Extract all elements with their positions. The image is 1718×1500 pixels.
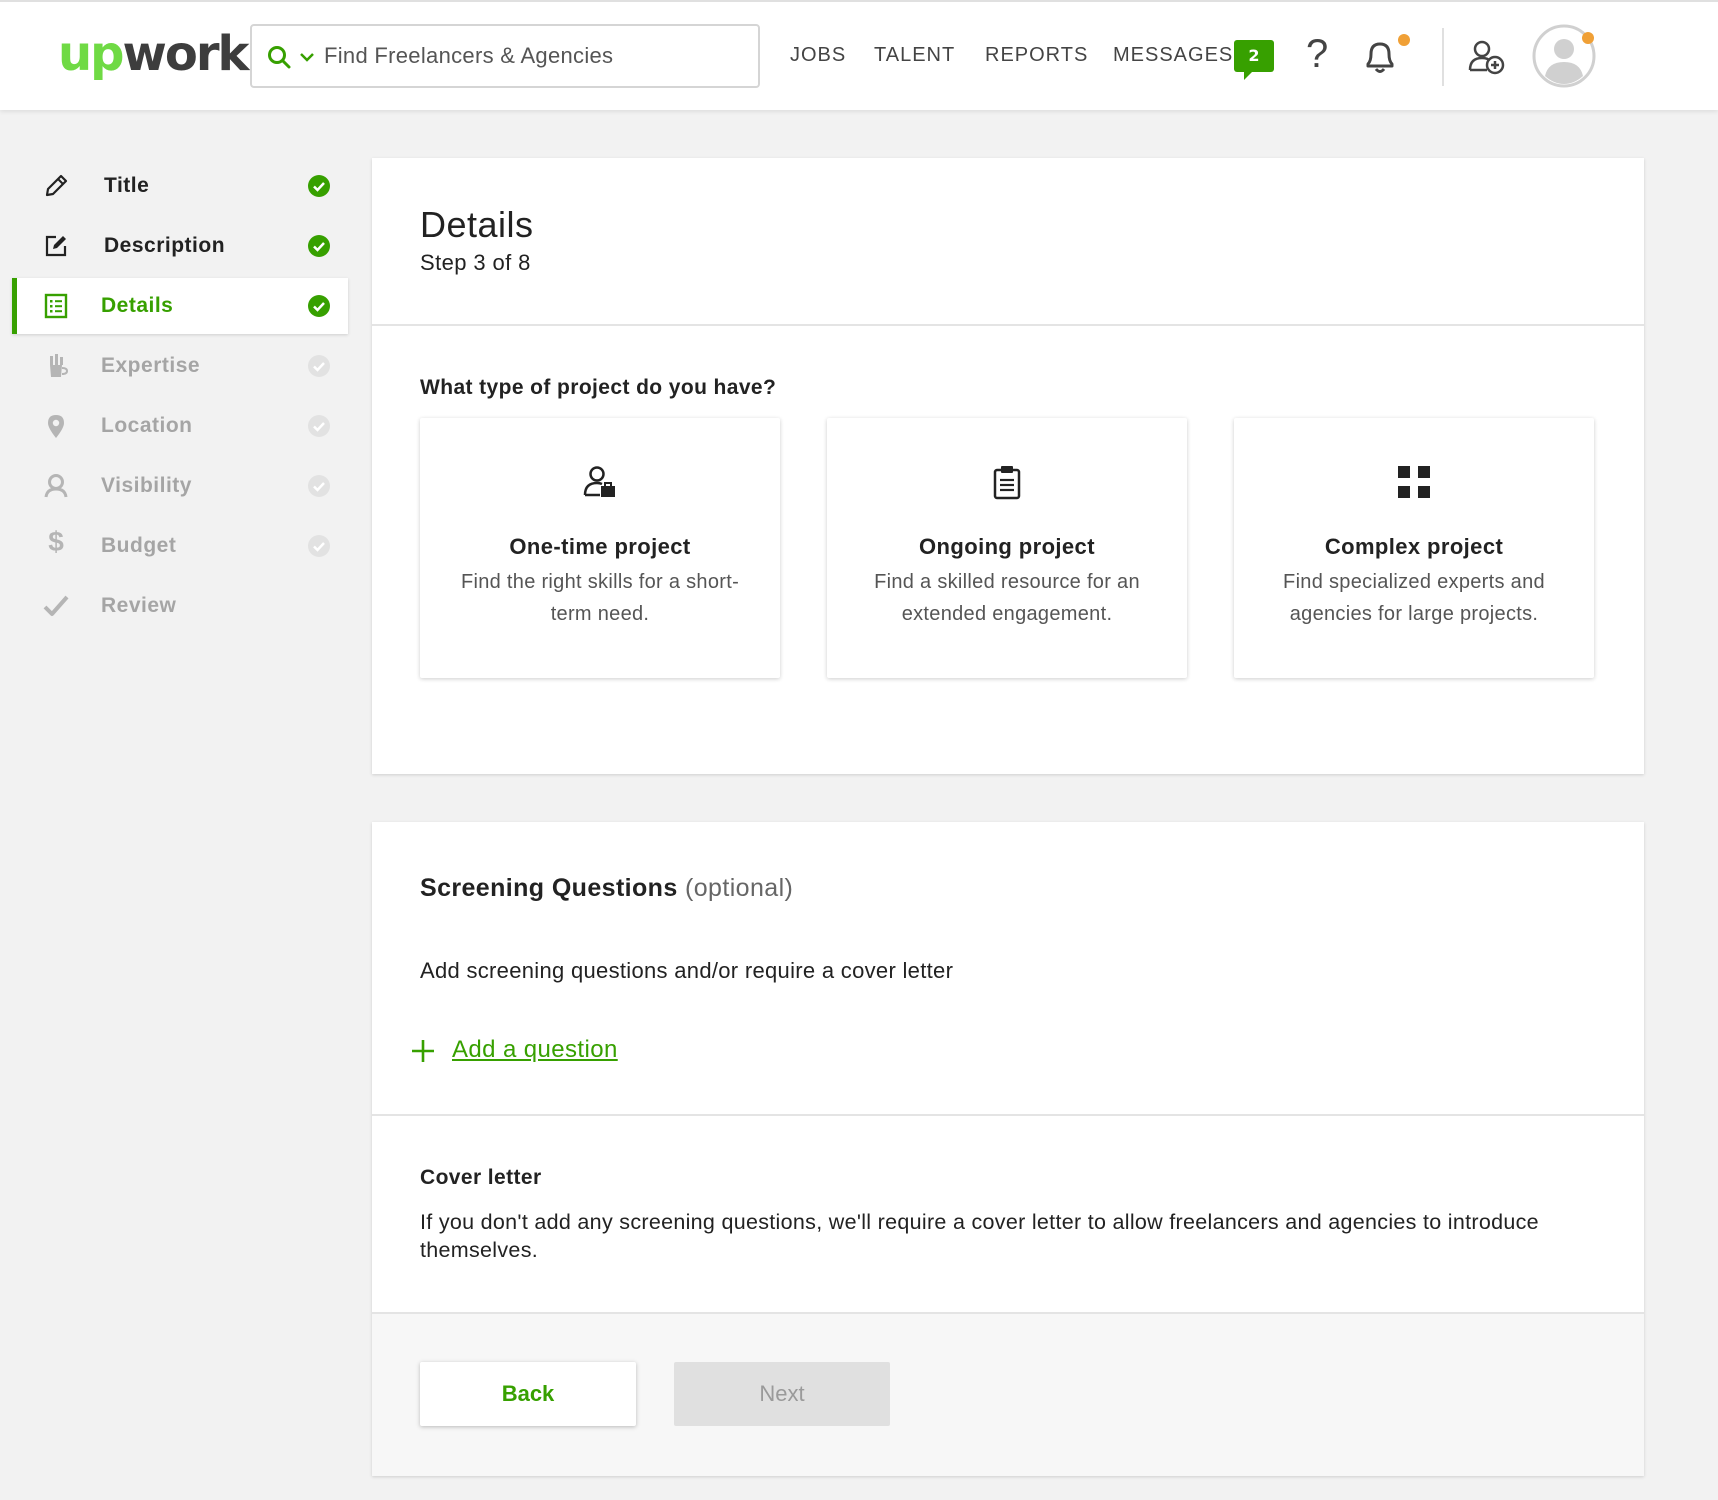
sidebar-item-review[interactable]: Review <box>12 578 348 634</box>
nav-jobs[interactable]: JOBS <box>790 44 846 67</box>
search-icon <box>268 46 291 69</box>
project-type-title: One-time project <box>509 534 691 559</box>
avatar-status-dot <box>1582 32 1594 44</box>
cover-letter-text: If you don't add any screening questions… <box>420 1210 1539 1262</box>
step-indicator: Step 3 of 8 <box>420 250 531 275</box>
grid-icon <box>1398 466 1430 498</box>
tools-icon <box>50 354 69 377</box>
dollar-icon: $ <box>48 526 64 557</box>
sidebar-item-expertise[interactable]: Expertise <box>12 338 348 394</box>
sidebar-item-label: Details <box>101 294 174 317</box>
project-type-description: Find a skilled resource for an extended … <box>874 571 1140 625</box>
sidebar-item-budget[interactable]: $ Budget <box>12 518 348 574</box>
card-divider <box>372 1114 1644 1116</box>
upwork-logo[interactable]: upwork <box>58 24 249 84</box>
project-type-ongoing[interactable]: Ongoing project Find a skilled resource … <box>827 418 1187 678</box>
project-type-complex[interactable]: Complex project Find specialized experts… <box>1234 418 1594 678</box>
bell-icon[interactable] <box>1360 36 1400 76</box>
pending-check-icon <box>308 475 330 497</box>
nav-talent[interactable]: TALENT <box>874 44 955 67</box>
header-divider <box>1442 28 1444 86</box>
pending-check-icon <box>308 415 330 437</box>
sidebar-item-label: Budget <box>101 534 177 557</box>
next-button[interactable]: Next <box>674 1362 890 1426</box>
cover-letter-title: Cover letter <box>420 1166 542 1189</box>
list-icon <box>44 293 68 319</box>
clipboard-icon <box>993 466 1021 500</box>
notification-dot <box>1398 34 1410 46</box>
screening-title: Screening Questions (optional) <box>420 874 794 902</box>
project-type-title: Ongoing project <box>919 534 1095 559</box>
sidebar-item-title[interactable]: Title <box>12 158 348 214</box>
search-placeholder: Find Freelancers & Agencies <box>324 43 614 68</box>
edit-icon <box>45 235 67 257</box>
sidebar-item-location[interactable]: Location <box>12 398 348 454</box>
sidebar-item-label: Review <box>101 594 177 617</box>
plus-icon[interactable] <box>410 1038 436 1064</box>
user-icon <box>44 474 68 498</box>
pencil-icon <box>45 174 68 197</box>
chevron-down-icon[interactable] <box>298 48 316 66</box>
optional-label: (optional) <box>685 874 794 902</box>
page-title: Details <box>420 204 534 245</box>
completed-check-icon <box>308 295 330 317</box>
search-input[interactable]: Find Freelancers & Agencies <box>250 24 760 88</box>
messages-count-badge: 2 <box>1234 40 1274 80</box>
sidebar-item-label: Visibility <box>101 474 192 497</box>
nav-reports[interactable]: REPORTS <box>985 44 1088 67</box>
checkmark-icon <box>43 595 69 616</box>
project-type-one-time[interactable]: One-time project Find the right skills f… <box>420 418 780 678</box>
sidebar-item-label: Title <box>104 174 150 197</box>
sidebar-item-description[interactable]: Description <box>12 218 348 274</box>
add-question-link[interactable]: Add a question <box>452 1036 618 1064</box>
user-briefcase-icon <box>583 466 615 497</box>
project-type-title: Complex project <box>1324 534 1504 559</box>
project-type-question: What type of project do you have? <box>420 376 777 399</box>
nav-messages[interactable]: MESSAGES <box>1113 44 1233 67</box>
add-user-icon[interactable] <box>1466 36 1506 76</box>
sidebar-item-label: Expertise <box>101 354 201 377</box>
screening-subtitle: Add screening questions and/or require a… <box>420 958 954 983</box>
location-pin-icon <box>48 415 64 438</box>
sidebar-item-label: Location <box>101 414 193 437</box>
back-button[interactable]: Back <box>420 1362 636 1426</box>
project-type-description: Find the right skills for a short-term n… <box>460 571 740 625</box>
completed-check-icon <box>308 175 330 197</box>
top-header: upwork Find Freelancers & Agencies JOBS … <box>0 0 1718 110</box>
pending-check-icon <box>308 355 330 377</box>
project-type-description: Find specialized experts and agencies fo… <box>1283 571 1545 625</box>
pending-check-icon <box>308 535 330 557</box>
sidebar-item-details[interactable]: Details <box>12 278 348 334</box>
sidebar-item-visibility[interactable]: Visibility <box>12 458 348 514</box>
sidebar-item-label: Description <box>104 234 226 257</box>
help-icon[interactable]: ? <box>1306 32 1328 77</box>
card-divider <box>372 324 1644 326</box>
completed-check-icon <box>308 235 330 257</box>
